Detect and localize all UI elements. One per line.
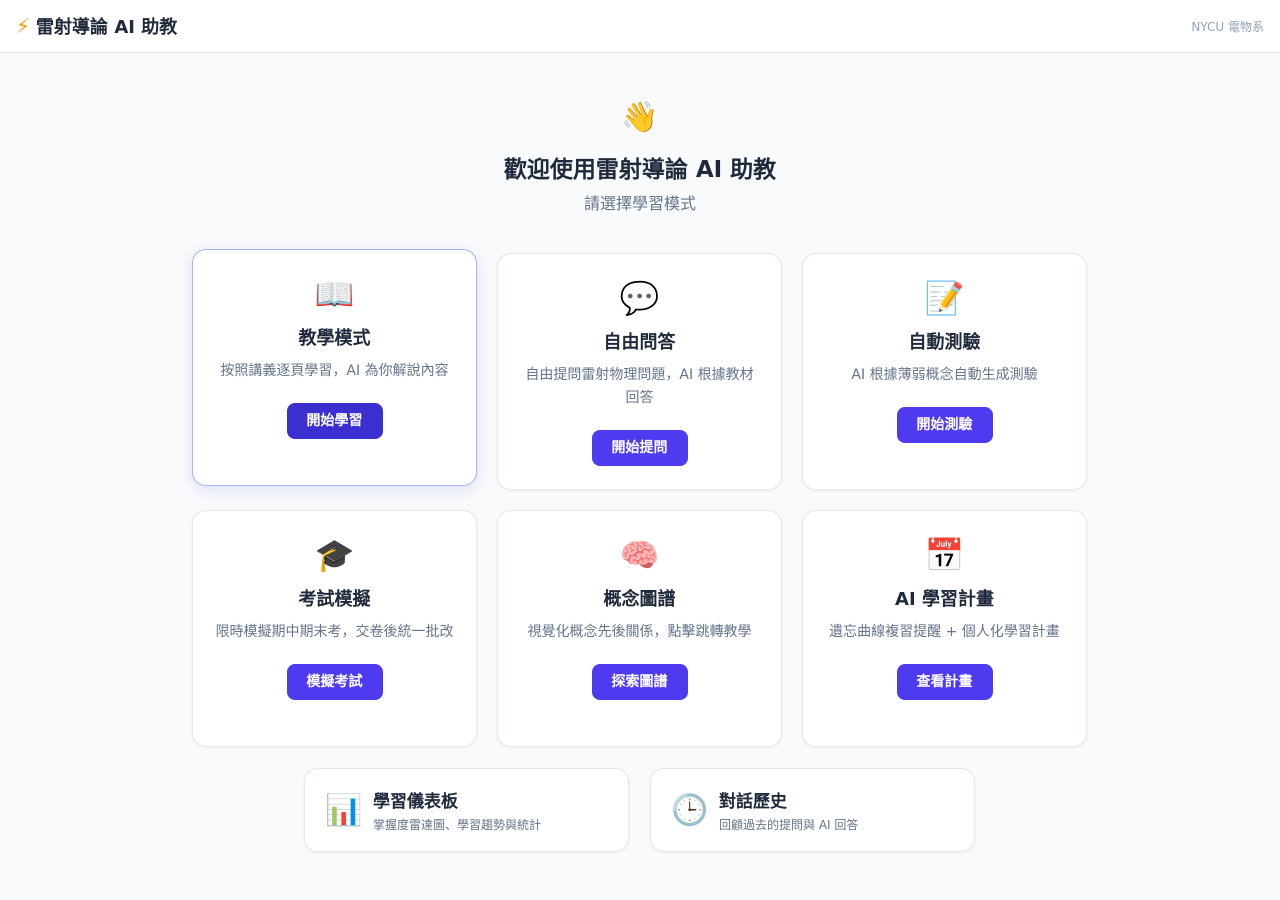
mode-title: 教學模式: [298, 328, 371, 349]
brain-icon: 🧠: [619, 536, 660, 574]
org-label: NYCU 電物系: [1191, 19, 1264, 34]
waving-hand-icon: 👋: [621, 100, 659, 135]
app-title: 雷射導論 AI 助教: [36, 17, 178, 38]
mode-description: 按照講義逐頁學習，AI 為你解說內容: [220, 363, 449, 379]
mode-title: 自由問答: [603, 332, 676, 353]
welcome-title: 歡迎使用雷射導論 AI 助教: [503, 157, 777, 183]
mode-title: 自動測驗: [908, 332, 981, 353]
lightning-icon: ⚡: [16, 14, 31, 38]
mock-exam-button[interactable]: 模擬考試: [286, 664, 383, 700]
mode-card-teaching[interactable]: 📖 教學模式 按照講義逐頁學習，AI 為你解說內容 開始學習: [192, 249, 477, 486]
start-asking-button[interactable]: 開始提問: [591, 430, 688, 466]
mode-card-free-qa[interactable]: 💬 自由問答 自由提問雷射物理問題，AI 根據教材回答 開始提問: [497, 253, 782, 490]
history-title: 對話歷史: [719, 792, 787, 812]
welcome-subtitle: 請選擇學習模式: [583, 194, 696, 213]
speech-bubble-icon: 💬: [619, 279, 660, 317]
explore-map-button[interactable]: 探索圖譜: [591, 664, 688, 700]
start-quiz-button[interactable]: 開始測驗: [896, 407, 993, 443]
mode-card-study-plan[interactable]: 📅 AI 學習計畫 遺忘曲線複習提醒 + 個人化學習計畫 查看計畫: [802, 510, 1087, 747]
mode-description: 視覺化概念先後關係，點擊跳轉教學: [527, 624, 752, 640]
bar-chart-icon: 📊: [325, 792, 363, 828]
history-description: 回顧過去的提問與 AI 回答: [719, 818, 859, 832]
top-bar: ⚡ 雷射導論 AI 助教 NYCU 電物系: [0, 0, 1280, 53]
memo-icon: 📝: [924, 279, 965, 317]
mode-card-exam[interactable]: 🎓 考試模擬 限時模擬期中期末考，交卷後統一批改 模擬考試: [192, 510, 477, 747]
mode-card-auto-quiz[interactable]: 📝 自動測驗 AI 根據薄弱概念自動生成測驗 開始測驗: [802, 253, 1087, 490]
mode-title: 考試模擬: [298, 589, 371, 610]
mode-card-concept-map[interactable]: 🧠 概念圖譜 視覺化概念先後關係，點擊跳轉教學 探索圖譜: [497, 510, 782, 747]
history-card[interactable]: 🕒 對話歷史 回顧過去的提問與 AI 回答: [650, 768, 975, 852]
start-learning-button[interactable]: 開始學習: [286, 403, 383, 439]
calendar-icon: 📅: [924, 536, 965, 574]
open-book-icon: 📖: [314, 275, 355, 313]
mode-description: AI 根據薄弱概念自動生成測驗: [851, 367, 1038, 383]
mode-title: AI 學習計畫: [895, 589, 994, 610]
mode-title: 概念圖譜: [603, 589, 676, 610]
dashboard-card[interactable]: 📊 學習儀表板 掌握度雷達圖、學習趨勢與統計: [304, 768, 629, 852]
brand[interactable]: ⚡ 雷射導論 AI 助教: [16, 13, 177, 39]
clock-icon: 🕒: [671, 792, 709, 828]
dashboard-description: 掌握度雷達圖、學習趨勢與統計: [373, 818, 542, 832]
mode-description: 自由提問雷射物理問題，AI 根據教材回答: [525, 367, 754, 406]
view-plan-button[interactable]: 查看計畫: [896, 664, 993, 700]
mode-description: 遺忘曲線複習提醒 + 個人化學習計畫: [829, 624, 1060, 640]
mode-description: 限時模擬期中期末考，交卷後統一批改: [215, 624, 454, 640]
graduation-cap-icon: 🎓: [314, 536, 355, 574]
dashboard-title: 學習儀表板: [373, 792, 458, 812]
